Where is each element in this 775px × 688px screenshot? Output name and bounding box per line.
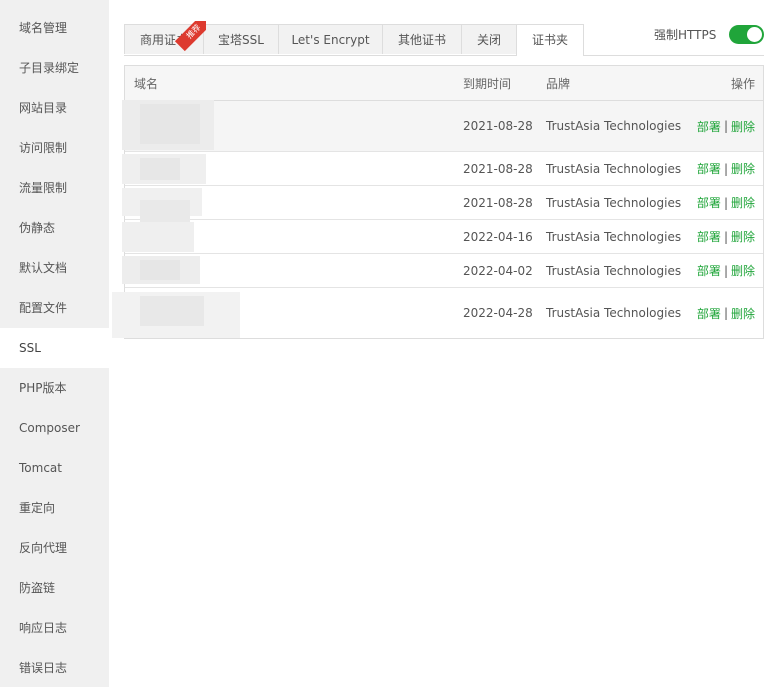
deploy-link[interactable]: 部署 bbox=[697, 228, 721, 245]
deploy-link[interactable]: 部署 bbox=[697, 262, 721, 279]
tab-label: 证书夹 bbox=[531, 33, 568, 47]
sidebar-item-php-version[interactable]: PHP版本 bbox=[0, 368, 109, 408]
sidebar-item-composer[interactable]: Composer bbox=[0, 408, 109, 448]
brand-cell: TrustAsia Technologies bbox=[546, 119, 682, 133]
sidebar-item-config-file[interactable]: 配置文件 bbox=[0, 288, 109, 328]
sidebar-item-ssl[interactable]: SSL bbox=[0, 328, 109, 368]
toggle-knob bbox=[747, 27, 762, 42]
tab-label: Let's Encrypt bbox=[291, 33, 370, 47]
sidebar-item-tomcat[interactable]: Tomcat bbox=[0, 448, 109, 488]
action-separator: | bbox=[723, 195, 728, 210]
delete-link[interactable]: 删除 bbox=[731, 305, 755, 322]
action-separator: | bbox=[723, 306, 728, 320]
recommended-badge: 推荐 bbox=[172, 21, 206, 55]
sidebar-item-traffic-limit[interactable]: 流量限制 bbox=[0, 168, 109, 208]
sidebar-item-access-restriction[interactable]: 访问限制 bbox=[0, 128, 109, 168]
actions-cell: 部署 | 删除 bbox=[697, 254, 755, 287]
brand-cell: TrustAsia Technologies bbox=[546, 263, 682, 278]
sidebar-item-default-document[interactable]: 默认文档 bbox=[0, 248, 109, 288]
expiry-cell: 2022-04-16 bbox=[463, 229, 533, 244]
tab-certificate-folder[interactable]: 证书夹 bbox=[516, 24, 584, 56]
tab-lets-encrypt[interactable]: Let's Encrypt bbox=[278, 24, 383, 54]
column-header-actions: 操作 bbox=[730, 76, 755, 91]
brand-cell: TrustAsia Technologies bbox=[546, 306, 682, 320]
tab-label: 宝塔SSL bbox=[218, 33, 264, 47]
sidebar-item-reverse-proxy[interactable]: 反向代理 bbox=[0, 528, 109, 568]
action-separator: | bbox=[723, 161, 728, 176]
action-separator: | bbox=[723, 229, 728, 244]
force-https-label: 强制HTTPS bbox=[654, 28, 717, 42]
actions-cell: 部署 | 删除 bbox=[697, 152, 755, 185]
redacted-domain-names bbox=[108, 96, 248, 342]
tab-label: 其他证书 bbox=[397, 33, 446, 47]
expiry-cell: 2021-08-28 bbox=[463, 161, 533, 176]
deploy-link[interactable]: 部署 bbox=[697, 118, 721, 135]
delete-link[interactable]: 删除 bbox=[731, 262, 755, 279]
brand-cell: TrustAsia Technologies bbox=[546, 161, 682, 176]
actions-cell: 部署 | 删除 bbox=[697, 220, 755, 253]
recommended-badge-label: 推荐 bbox=[174, 21, 206, 52]
tab-close[interactable]: 关闭 bbox=[461, 24, 517, 54]
sidebar-item-site-directory[interactable]: 网站目录 bbox=[0, 88, 109, 128]
brand-cell: TrustAsia Technologies bbox=[546, 195, 682, 210]
actions-cell: 部署 | 删除 bbox=[697, 186, 755, 219]
expiry-cell: 2022-04-28 bbox=[463, 306, 533, 320]
expiry-cell: 2021-08-28 bbox=[463, 195, 533, 210]
sidebar-item-response-log[interactable]: 响应日志 bbox=[0, 608, 109, 648]
delete-link[interactable]: 删除 bbox=[731, 228, 755, 245]
column-header-expiry: 到期时间 bbox=[463, 76, 512, 91]
tab-other-certificates[interactable]: 其他证书 bbox=[382, 24, 462, 54]
sidebar-item-rewrite[interactable]: 伪静态 bbox=[0, 208, 109, 248]
deploy-link[interactable]: 部署 bbox=[697, 194, 721, 211]
action-separator: | bbox=[723, 263, 728, 278]
column-header-domain: 域名 bbox=[134, 76, 159, 91]
deploy-link[interactable]: 部署 bbox=[697, 160, 721, 177]
delete-link[interactable]: 删除 bbox=[731, 160, 755, 177]
brand-cell: TrustAsia Technologies bbox=[546, 229, 682, 244]
force-https-toggle[interactable] bbox=[729, 25, 764, 44]
sidebar-item-hotlink-protection[interactable]: 防盗链 bbox=[0, 568, 109, 608]
delete-link[interactable]: 删除 bbox=[731, 194, 755, 211]
sidebar-item-subdirectory-binding[interactable]: 子目录绑定 bbox=[0, 48, 109, 88]
sidebar: 域名管理 子目录绑定 网站目录 访问限制 流量限制 伪静态 默认文档 配置文件 … bbox=[0, 0, 109, 687]
tab-baota-ssl[interactable]: 宝塔SSL bbox=[203, 24, 279, 54]
delete-link[interactable]: 删除 bbox=[731, 118, 755, 135]
column-header-brand: 品牌 bbox=[546, 76, 571, 91]
sidebar-item-error-log[interactable]: 错误日志 bbox=[0, 648, 109, 688]
expiry-cell: 2022-04-02 bbox=[463, 263, 533, 278]
sidebar-item-domain-management[interactable]: 域名管理 bbox=[0, 0, 109, 48]
sidebar-item-redirect[interactable]: 重定向 bbox=[0, 488, 109, 528]
actions-cell: 部署 | 删除 bbox=[697, 101, 755, 151]
actions-cell: 部署 | 删除 bbox=[697, 288, 755, 338]
tab-label: 关闭 bbox=[476, 33, 501, 47]
deploy-link[interactable]: 部署 bbox=[697, 305, 721, 322]
action-separator: | bbox=[723, 119, 728, 133]
expiry-cell: 2021-08-28 bbox=[463, 119, 533, 133]
